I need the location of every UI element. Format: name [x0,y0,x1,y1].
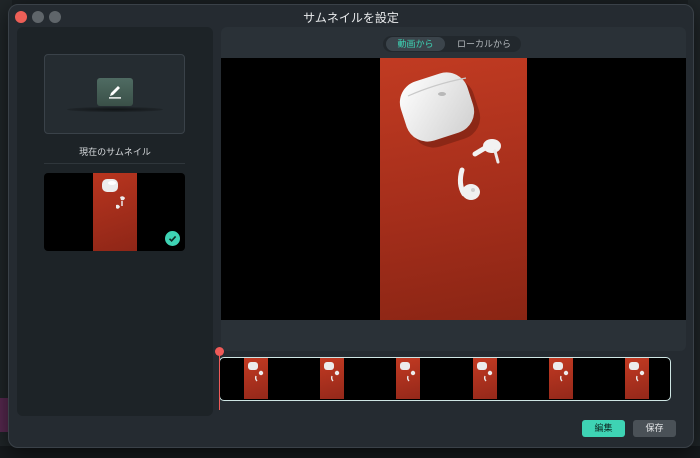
frame-timeline[interactable] [219,357,671,401]
timeline-frame[interactable] [320,358,344,399]
thumbnail-video-frame [93,173,137,251]
pencil-edit-icon[interactable] [97,78,133,106]
timeline-frame[interactable] [396,358,420,399]
thumbnail-preview-panel: 動画から ローカルから [221,27,686,351]
tab-from-video[interactable]: 動画から [386,37,445,51]
current-thumbnail-panel: 現在のサムネイル [17,27,213,416]
title-bar: サムネイルを設定 [9,5,693,29]
check-circle-icon [165,231,180,246]
preview-video-frame [380,58,527,320]
current-thumbnail-label: 現在のサムネイル [79,147,151,157]
source-tab-switcher: 動画から ローカルから [383,36,521,52]
dialog-title: サムネイルを設定 [303,11,399,25]
timeline-playhead[interactable] [219,352,220,410]
panel-divider [44,163,185,164]
timeline-frame[interactable] [625,358,649,399]
timeline-frame[interactable] [549,358,573,399]
current-thumbnail-image[interactable] [44,173,185,251]
edit-button[interactable]: 編集 [582,420,625,437]
playhead-handle[interactable] [215,347,224,356]
placeholder-shadow [67,107,163,112]
save-button[interactable]: 保存 [633,420,676,437]
video-preview [221,58,686,320]
timeline-frame[interactable] [244,358,268,399]
tab-from-local[interactable]: ローカルから [449,37,519,51]
timeline-frame[interactable] [473,358,497,399]
thumbnail-placeholder-card[interactable] [44,54,185,134]
